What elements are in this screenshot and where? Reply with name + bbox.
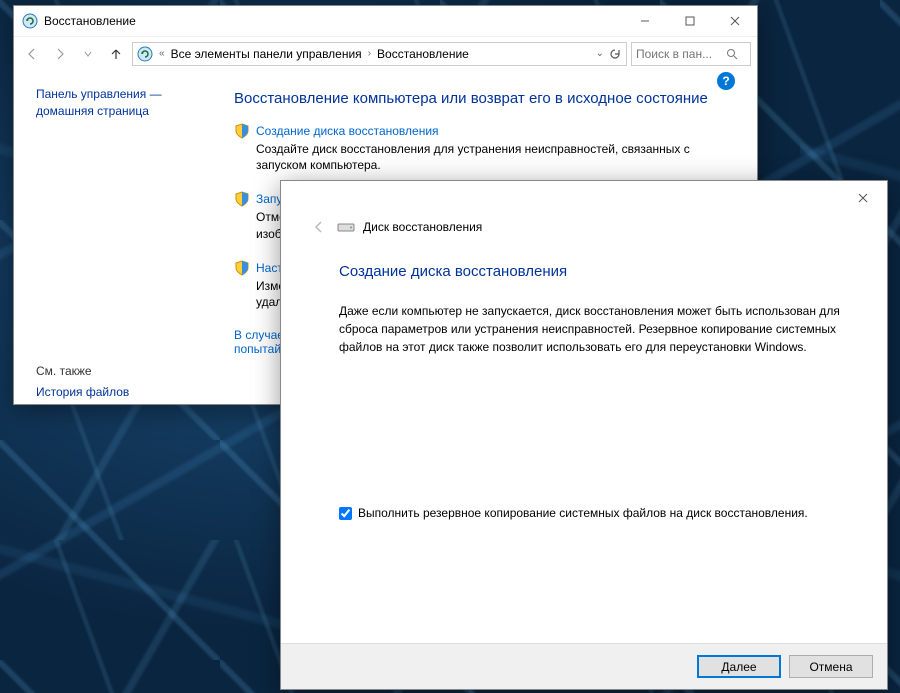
chevron-right-icon: › [368,48,371,59]
chevron-left-icon: « [159,48,165,59]
up-button[interactable] [104,42,128,66]
recent-dropdown[interactable] [76,42,100,66]
section-description: Создайте диск восстановления для устране… [256,141,733,173]
next-button[interactable]: Далее [697,655,781,678]
section-create-recovery-drive: Создание диска восстановления Создайте д… [234,123,733,173]
close-button[interactable] [712,6,757,36]
recovery-app-icon [22,13,38,29]
backup-system-files-checkbox[interactable] [339,507,352,520]
close-button[interactable] [843,185,883,211]
search-icon [726,48,738,60]
shield-icon [234,191,250,207]
wizard-title: Диск восстановления [363,220,482,234]
refresh-icon[interactable] [608,47,622,61]
back-button[interactable] [20,42,44,66]
wizard-footer: Далее Отмена [281,643,887,689]
see-also-label: См. также [36,364,204,378]
titlebar[interactable]: Восстановление [14,6,757,36]
search-input[interactable] [636,47,726,61]
nav-bar: « Все элементы панели управления › Восст… [14,36,757,70]
wizard-body: Создание диска восстановления Даже если … [281,237,887,520]
cancel-button[interactable]: Отмена [789,655,873,678]
minimize-button[interactable] [622,6,667,36]
file-history-link[interactable]: История файлов [36,384,204,401]
shield-icon [234,260,250,276]
window-title: Восстановление [44,14,622,28]
sidebar: Панель управления — домашняя страница См… [14,70,214,404]
search-box[interactable] [631,42,751,66]
forward-button[interactable] [48,42,72,66]
wizard-heading: Создание диска восстановления [339,263,847,280]
wizard-header: Диск восстановления [281,181,887,237]
create-recovery-drive-link[interactable]: Создание диска восстановления [256,124,439,138]
chevron-down-icon[interactable]: ⌄ [596,48,604,59]
drive-icon [337,220,355,234]
section-link[interactable]: Запу [256,192,282,206]
sidebar-text: домашняя страница [36,104,149,118]
wizard-description: Даже если компьютер не запускается, диск… [339,302,847,356]
wizard-back-button[interactable] [309,217,329,237]
help-icon[interactable]: ? [717,72,735,90]
checkbox-label: Выполнить резервное копирование системны… [358,506,808,520]
breadcrumb-item[interactable]: Все элементы панели управления [171,47,362,61]
shield-icon [234,123,250,139]
maximize-button[interactable] [667,6,712,36]
control-panel-home-link[interactable]: Панель управления — домашняя страница [36,86,204,120]
address-bar[interactable]: « Все элементы панели управления › Восст… [132,42,627,66]
sidebar-text: Панель управления — [36,87,162,101]
section-link[interactable]: Наст [256,261,283,275]
recovery-drive-wizard-window: Диск восстановления Создание диска восст… [280,180,888,690]
recovery-app-icon [137,46,153,62]
backup-system-files-checkbox-row[interactable]: Выполнить резервное копирование системны… [339,506,847,520]
breadcrumb-item[interactable]: Восстановление [377,47,469,61]
page-heading: Восстановление компьютера или возврат ег… [234,90,733,107]
